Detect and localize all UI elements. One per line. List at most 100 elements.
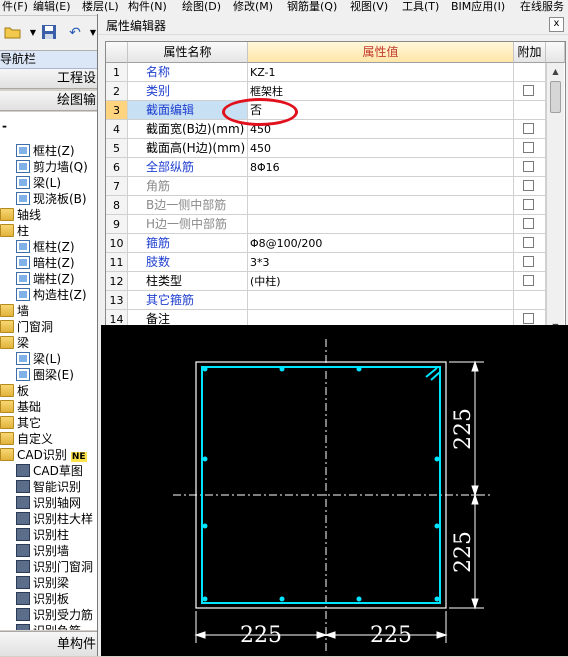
property-value[interactable]: 450: [248, 139, 514, 158]
property-row[interactable]: 12 柱类型 (中柱): [106, 272, 546, 291]
property-value[interactable]: 8Φ16: [248, 158, 514, 177]
property-value[interactable]: 3*3: [248, 253, 514, 272]
tree-item[interactable]: 识别墙: [16, 543, 69, 559]
attach-checkbox[interactable]: [523, 123, 534, 134]
dialog-titlebar[interactable]: 属性编辑器 x: [98, 14, 568, 35]
menu-edit[interactable]: 编辑(E): [33, 0, 71, 14]
header-property-value[interactable]: 属性值: [248, 42, 514, 63]
section-drawing-canvas[interactable]: 225 225 225 225: [101, 325, 568, 656]
menu-online[interactable]: 在线服务: [520, 0, 564, 14]
property-row[interactable]: 4 截面宽(B边)(mm) 450: [106, 120, 546, 139]
menu-floor[interactable]: 楼层(L): [82, 0, 119, 14]
attach-checkbox[interactable]: [523, 256, 534, 267]
tree-item-label: 现浇板(B): [33, 192, 87, 206]
attach-checkbox[interactable]: [523, 142, 534, 153]
tree-item-label: 梁: [17, 336, 30, 350]
tree-item[interactable]: 识别受力筋: [16, 607, 93, 623]
tree-item[interactable]: 框柱(Z): [16, 239, 75, 255]
tree-item[interactable]: 梁: [0, 335, 29, 351]
property-value[interactable]: [248, 215, 514, 234]
attach-checkbox[interactable]: [523, 218, 534, 229]
attach-cell: [514, 177, 546, 196]
property-value[interactable]: Φ8@100/200: [248, 234, 514, 253]
grid-scrollbar[interactable]: ▲ ▼: [546, 63, 564, 335]
row-number: 11: [106, 253, 128, 272]
menu-component[interactable]: 构件(N): [128, 0, 167, 14]
draw-input-button[interactable]: 绘图输: [0, 91, 100, 111]
property-value[interactable]: 450: [248, 120, 514, 139]
tree-item[interactable]: 剪力墙(Q): [16, 159, 88, 175]
tree-item[interactable]: 基础: [0, 399, 41, 415]
attach-checkbox[interactable]: [523, 161, 534, 172]
tree-item[interactable]: CAD草图: [16, 463, 83, 479]
menu-draw[interactable]: 绘图(D): [182, 0, 221, 14]
property-row[interactable]: 5 截面高(H边)(mm) 450: [106, 139, 546, 158]
tree-item[interactable]: 柱: [0, 223, 29, 239]
save-icon[interactable]: [40, 24, 58, 42]
tree-item[interactable]: 端柱(Z): [16, 271, 75, 287]
tree-item[interactable]: 梁(L): [16, 351, 61, 367]
property-row[interactable]: 8 B边一侧中部筋: [106, 196, 546, 215]
property-value[interactable]: [248, 291, 514, 310]
tree-item[interactable]: 暗柱(Z): [16, 255, 75, 271]
menu-file[interactable]: 件(F): [2, 0, 28, 14]
tree-item[interactable]: 自定义: [0, 431, 53, 447]
property-value[interactable]: [248, 177, 514, 196]
single-component-tab[interactable]: 单构件: [0, 631, 100, 656]
tree-item[interactable]: 梁(L): [16, 175, 61, 191]
scroll-thumb[interactable]: [550, 81, 561, 113]
collapse-icon[interactable]: -: [2, 118, 7, 134]
menu-modify[interactable]: 修改(M): [233, 0, 273, 14]
tree-item[interactable]: 识别负筋: [16, 623, 81, 630]
tree-item[interactable]: 构造柱(Z): [16, 287, 87, 303]
attach-checkbox[interactable]: [523, 180, 534, 191]
property-row[interactable]: 3 截面编辑否: [106, 101, 546, 120]
tree-item[interactable]: 识别柱大样: [16, 511, 93, 527]
property-value[interactable]: [248, 196, 514, 215]
tree-item[interactable]: 识别轴网: [16, 495, 81, 511]
property-row[interactable]: 11 肢数 3*3: [106, 253, 546, 272]
open-folder-icon[interactable]: [4, 24, 22, 42]
property-row[interactable]: 2 类别 框架柱: [106, 82, 546, 101]
tree-item[interactable]: CAD识别 NE: [0, 447, 87, 463]
attach-checkbox[interactable]: [523, 313, 534, 324]
close-button[interactable]: x: [549, 17, 564, 32]
tree-item[interactable]: 板: [0, 383, 29, 399]
property-row[interactable]: 6 全部纵筋 8Φ16: [106, 158, 546, 177]
scroll-up-icon[interactable]: ▲: [549, 65, 562, 78]
tree-item[interactable]: 门窗洞: [0, 319, 53, 335]
property-value[interactable]: 框架柱: [248, 82, 514, 101]
property-row[interactable]: 13 其它箍筋: [106, 291, 546, 310]
tree-item[interactable]: 现浇板(B): [16, 191, 87, 207]
menu-rebar[interactable]: 钢筋量(Q): [287, 0, 337, 14]
attach-checkbox[interactable]: [523, 85, 534, 96]
tree-item[interactable]: 识别板: [16, 591, 69, 607]
header-attach[interactable]: 附加: [514, 42, 546, 63]
property-row[interactable]: 9 H边一侧中部筋: [106, 215, 546, 234]
tree-item[interactable]: 框柱(Z): [16, 143, 75, 159]
header-property-name[interactable]: 属性名称: [128, 42, 248, 63]
tree-item[interactable]: 圈梁(E): [16, 367, 74, 383]
header-corner: [546, 42, 565, 63]
tree-item[interactable]: 智能识别: [16, 479, 81, 495]
attach-checkbox[interactable]: [523, 275, 534, 286]
attach-checkbox[interactable]: [523, 237, 534, 248]
tree-item[interactable]: 其它: [0, 415, 41, 431]
tree-item[interactable]: 识别门窗洞: [16, 559, 93, 575]
menu-tools[interactable]: 工具(T): [402, 0, 439, 14]
tree-item[interactable]: 轴线: [0, 207, 41, 223]
tree-item[interactable]: 识别柱: [16, 527, 69, 543]
attach-checkbox[interactable]: [523, 199, 534, 210]
column-icon: [16, 256, 30, 269]
property-row[interactable]: 1 名称 KZ-1: [106, 63, 546, 82]
undo-icon[interactable]: ↶: [66, 24, 84, 42]
property-row[interactable]: 7 角筋: [106, 177, 546, 196]
menu-bim[interactable]: BIM应用(I): [451, 0, 505, 14]
property-row[interactable]: 10 箍筋 Φ8@100/200: [106, 234, 546, 253]
tree-item[interactable]: 墙: [0, 303, 29, 319]
property-value[interactable]: (中柱): [248, 272, 514, 291]
property-value[interactable]: KZ-1: [248, 63, 514, 82]
project-settings-button[interactable]: 工程设: [0, 69, 100, 89]
tree-item[interactable]: 识别梁: [16, 575, 69, 591]
menu-view[interactable]: 视图(V): [350, 0, 388, 14]
